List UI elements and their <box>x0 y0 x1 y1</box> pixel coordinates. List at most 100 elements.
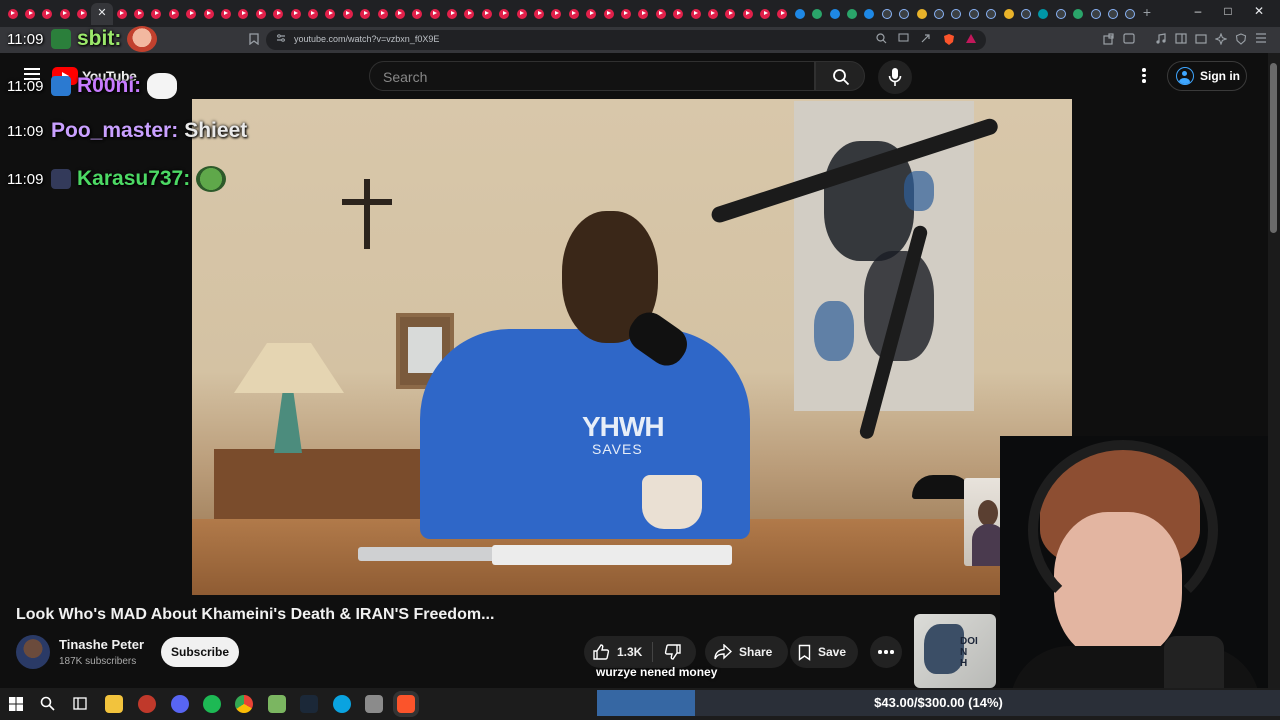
browser-tab[interactable] <box>739 3 756 25</box>
browser-tab[interactable] <box>878 3 895 25</box>
browser-tab[interactable] <box>861 3 878 25</box>
browser-tab[interactable] <box>896 3 913 25</box>
browser-tab[interactable] <box>374 3 391 25</box>
browser-tab[interactable] <box>478 3 495 25</box>
wallet-panel-icon[interactable] <box>1194 33 1208 47</box>
browser-tab[interactable] <box>496 3 513 25</box>
browser-tab[interactable] <box>1035 3 1052 25</box>
save-button[interactable]: Save <box>798 637 846 667</box>
address-bar[interactable]: youtube.com/watch?v=vzbxn_f0X9E <box>266 30 986 50</box>
video-player[interactable]: YHWH SAVES <box>192 99 1072 595</box>
dislike-button[interactable] <box>664 637 681 667</box>
browser-tab[interactable] <box>1087 3 1104 25</box>
browser-tab[interactable] <box>1122 3 1139 25</box>
brave-icon[interactable] <box>397 695 415 713</box>
task-view-icon[interactable] <box>73 697 87 710</box>
browser-tab[interactable] <box>252 3 269 25</box>
brave-shields-icon[interactable] <box>942 33 956 47</box>
sidebar-icon[interactable] <box>1174 33 1188 47</box>
browser-tab[interactable] <box>304 3 321 25</box>
app-icon-2[interactable] <box>365 695 383 713</box>
share-button[interactable]: Share <box>714 637 772 667</box>
browser-tab[interactable] <box>165 3 182 25</box>
browser-tab[interactable] <box>635 3 652 25</box>
browser-tab[interactable] <box>1017 3 1034 25</box>
browser-tab[interactable] <box>756 3 773 25</box>
browser-tab[interactable] <box>56 3 73 25</box>
media-icon[interactable] <box>1154 33 1168 47</box>
leo-ai-icon[interactable] <box>1214 32 1228 47</box>
like-button[interactable]: 1.3K <box>593 637 642 667</box>
scrollbar-thumb[interactable] <box>1270 63 1277 233</box>
steam-icon[interactable] <box>300 695 318 713</box>
share-page-icon[interactable] <box>918 33 932 47</box>
vpn-shield-icon[interactable] <box>1234 33 1248 47</box>
browser-tab[interactable] <box>704 3 721 25</box>
extensions-icon[interactable] <box>1102 33 1116 47</box>
browser-tab[interactable] <box>409 3 426 25</box>
browser-tab[interactable] <box>322 3 339 25</box>
brave-rewards-icon[interactable] <box>964 33 978 47</box>
taskbar-search-icon[interactable] <box>40 696 55 711</box>
browser-tab[interactable] <box>982 3 999 25</box>
browser-tab[interactable] <box>183 3 200 25</box>
search-button[interactable] <box>815 61 865 91</box>
browser-tab[interactable] <box>269 3 286 25</box>
wallet-icon[interactable] <box>1122 33 1136 47</box>
maximize-button[interactable]: □ <box>1214 4 1242 18</box>
browser-tab[interactable] <box>548 3 565 25</box>
browser-menu-icon[interactable] <box>1254 33 1268 47</box>
browser-tab[interactable] <box>287 3 304 25</box>
zoom-icon[interactable] <box>874 33 888 47</box>
search-input[interactable]: Search <box>369 61 815 91</box>
new-tab-button[interactable]: + <box>1140 4 1154 20</box>
browser-tab[interactable] <box>669 3 686 25</box>
browser-tab[interactable] <box>391 3 408 25</box>
browser-tab[interactable] <box>1104 3 1121 25</box>
obs-icon[interactable] <box>138 695 156 713</box>
browser-tab[interactable] <box>687 3 704 25</box>
avatar[interactable] <box>16 635 50 669</box>
windows-start-icon[interactable] <box>9 697 23 711</box>
browser-tab[interactable] <box>148 3 165 25</box>
page-scrollbar[interactable] <box>1268 53 1280 688</box>
browser-tab[interactable] <box>443 3 460 25</box>
app-icon[interactable] <box>268 695 286 713</box>
browser-tab[interactable] <box>426 3 443 25</box>
browser-tab[interactable] <box>722 3 739 25</box>
browser-tab[interactable] <box>600 3 617 25</box>
browser-tab[interactable] <box>930 3 947 25</box>
active-tab[interactable]: ✕ <box>90 2 113 25</box>
browser-tab[interactable] <box>913 3 930 25</box>
channel-name[interactable]: Tinashe Peter <box>59 637 144 652</box>
browser-tab[interactable] <box>565 3 582 25</box>
edge-icon[interactable] <box>333 695 351 713</box>
browser-tab[interactable] <box>1052 3 1069 25</box>
cast-icon[interactable] <box>896 33 910 47</box>
spotify-icon[interactable] <box>203 695 221 713</box>
browser-tab[interactable] <box>356 3 373 25</box>
chrome-icon[interactable] <box>235 695 253 713</box>
browser-tab[interactable] <box>843 3 860 25</box>
browser-tab[interactable] <box>200 3 217 25</box>
browser-tab[interactable] <box>826 3 843 25</box>
close-window-button[interactable]: ✕ <box>1245 4 1273 18</box>
subscribe-button[interactable]: Subscribe <box>161 637 239 667</box>
minimize-button[interactable]: – <box>1184 4 1212 18</box>
browser-tab[interactable] <box>1000 3 1017 25</box>
browser-tab[interactable] <box>809 3 826 25</box>
browser-tab[interactable] <box>339 3 356 25</box>
browser-tab[interactable] <box>235 3 252 25</box>
browser-tab[interactable] <box>113 3 130 25</box>
bookmark-icon[interactable] <box>247 33 261 47</box>
browser-tab[interactable] <box>74 3 91 25</box>
discord-icon[interactable] <box>171 695 189 713</box>
browser-tab[interactable] <box>530 3 547 25</box>
browser-tab[interactable] <box>617 3 634 25</box>
browser-tab[interactable] <box>965 3 982 25</box>
browser-tab[interactable] <box>461 3 478 25</box>
browser-tab[interactable] <box>217 3 234 25</box>
browser-tab[interactable] <box>652 3 669 25</box>
close-tab-icon[interactable]: ✕ <box>97 8 106 19</box>
sign-in-button[interactable]: Sign in <box>1167 61 1247 91</box>
